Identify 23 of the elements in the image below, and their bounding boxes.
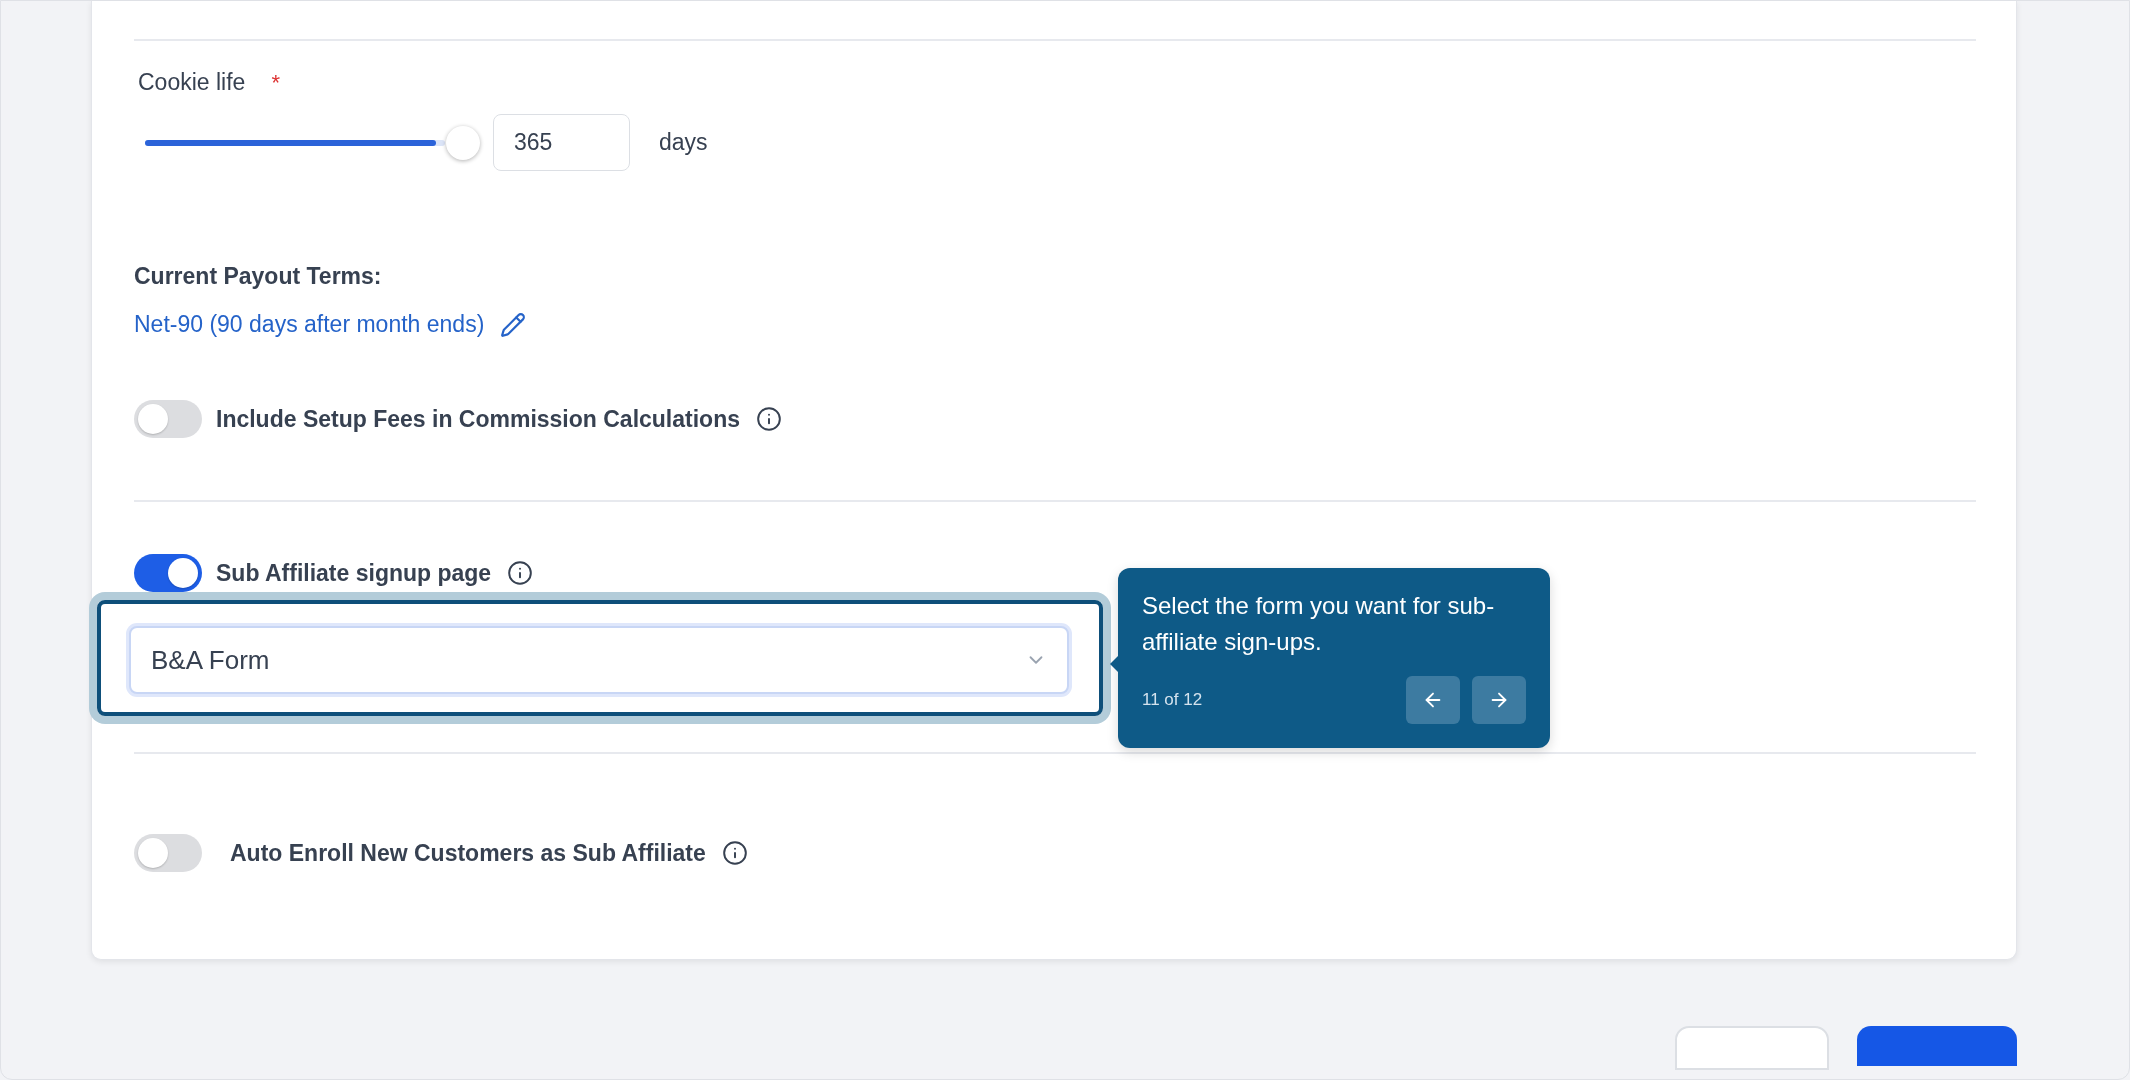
toggle-switch[interactable] [134,834,202,872]
slider-thumb[interactable] [446,125,480,160]
payout-terms-link[interactable]: Net-90 (90 days after month ends) [134,311,485,338]
toggle-switch[interactable] [134,400,202,438]
toggle-switch[interactable] [134,554,202,592]
section-label: Current Payout Terms: [134,263,383,290]
info-icon[interactable] [507,560,534,586]
info-icon[interactable] [721,840,748,866]
step-counter: 11 of 12 [1142,690,1203,710]
days-input-field[interactable]: 365 [493,114,630,171]
required-mark: * [271,69,280,96]
toggle-label: Sub Affiliate signup page [216,559,492,587]
edit-icon[interactable] [500,311,527,338]
form-select[interactable]: B&A Form [129,626,1069,694]
unit-label: days [659,129,708,156]
toggle-label: Auto Enroll New Customers as Sub Affiliate [230,839,706,867]
secondary-button[interactable] [1675,1026,1829,1070]
info-icon[interactable] [756,406,782,432]
tooltip-text: Select the form you want for sub-affiliate sign-ups. [1142,591,1496,657]
next-button[interactable] [1472,676,1526,724]
field-label: Cookie life [138,69,246,96]
toggle-label: Include Setup Fees in Commission Calculations [216,405,740,433]
previous-button[interactable] [1406,676,1460,724]
